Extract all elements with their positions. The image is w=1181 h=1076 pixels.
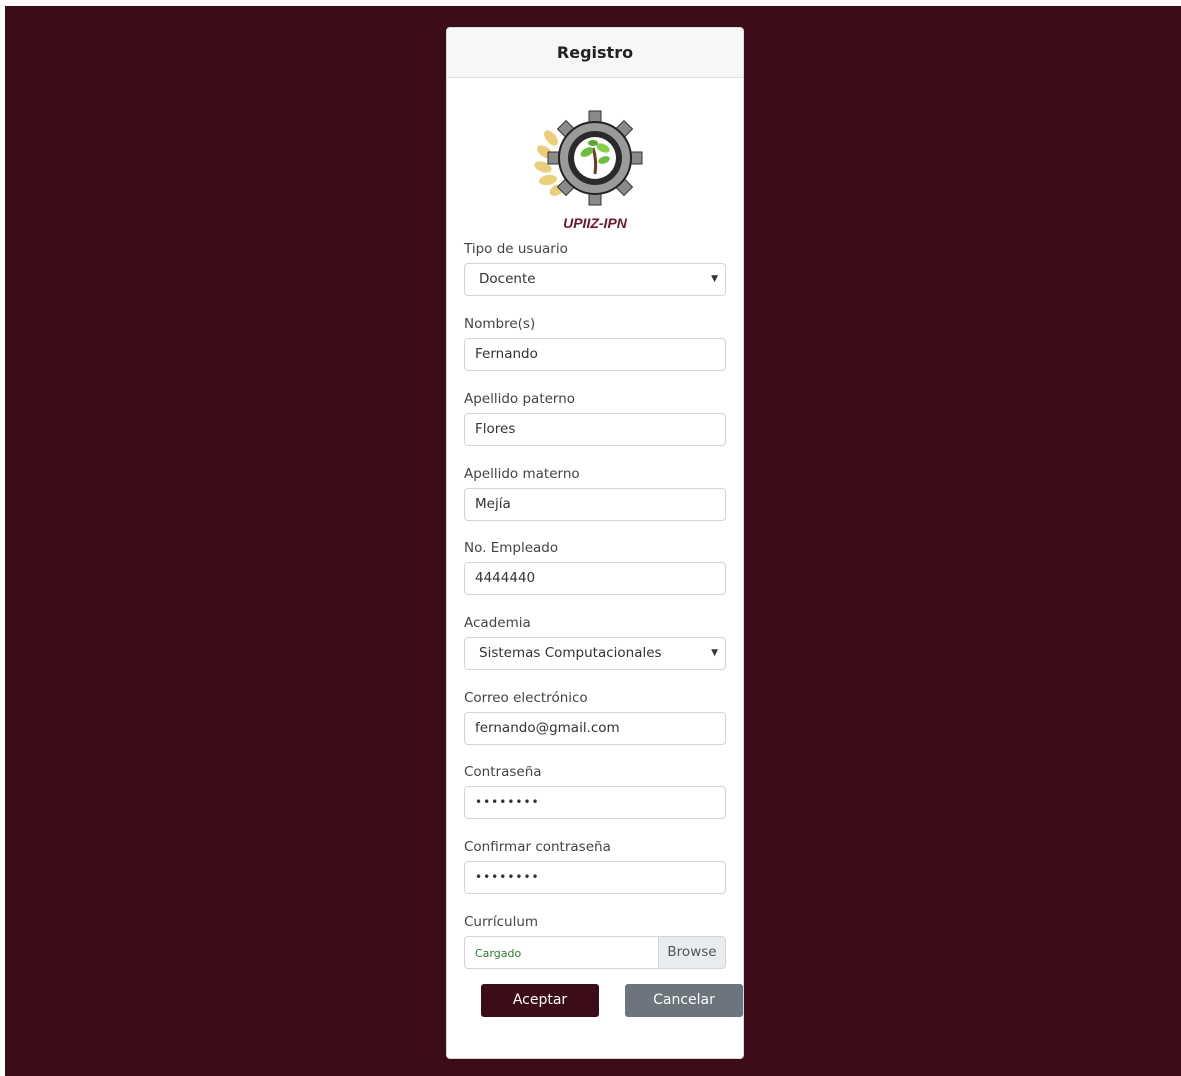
- field-correo: Correo electrónico fernando@gmail.com: [464, 689, 726, 763]
- academia-label: Academia: [464, 615, 531, 631]
- card-title: Registro: [447, 28, 743, 78]
- confirmar-input[interactable]: ••••••••: [464, 861, 726, 894]
- apellido-materno-input[interactable]: Mejía: [464, 488, 726, 521]
- field-no-empleado: No. Empleado 4444440: [464, 539, 726, 614]
- field-academia: Academia Sistemas Computacionales ▼: [464, 614, 726, 689]
- correo-input[interactable]: fernando@gmail.com: [464, 712, 726, 745]
- field-apellido-paterno: Apellido paterno Flores: [464, 390, 726, 465]
- field-nombre: Nombre(s) Fernando: [464, 315, 726, 390]
- field-contrasena: Contraseña ••••••••: [464, 763, 726, 838]
- caret-down-icon: ▼: [711, 274, 718, 284]
- apellido-materno-label: Apellido materno: [464, 466, 580, 482]
- upiiz-logo: UPIIZ-IPN: [464, 78, 726, 240]
- apellido-paterno-input[interactable]: Flores: [464, 413, 726, 446]
- logo-text: UPIIZ-IPN: [563, 215, 628, 231]
- browse-button[interactable]: Browse: [658, 937, 725, 968]
- academia-select[interactable]: Sistemas Computacionales ▼: [464, 637, 726, 670]
- nombre-label: Nombre(s): [464, 316, 536, 332]
- contrasena-input[interactable]: ••••••••: [464, 786, 726, 819]
- field-apellido-materno: Apellido materno Mejía: [464, 465, 726, 539]
- tipo-usuario-select[interactable]: Docente ▼: [464, 263, 726, 296]
- field-curriculum: Currículum Cargado Browse: [464, 913, 726, 984]
- no-empleado-input[interactable]: 4444440: [464, 562, 726, 595]
- contrasena-label: Contraseña: [464, 764, 542, 780]
- curriculum-file-input[interactable]: Cargado Browse: [464, 936, 726, 969]
- nombre-input[interactable]: Fernando: [464, 338, 726, 371]
- field-tipo-usuario: Tipo de usuario Docente ▼: [464, 240, 726, 315]
- accept-button[interactable]: Aceptar: [481, 984, 599, 1017]
- tipo-usuario-value: Docente: [479, 271, 536, 287]
- apellido-paterno-label: Apellido paterno: [464, 391, 576, 407]
- button-row: Aceptar Cancelar: [464, 984, 743, 1024]
- curriculum-status: Cargado: [465, 937, 658, 968]
- tipo-usuario-label: Tipo de usuario: [464, 241, 568, 257]
- field-confirmar: Confirmar contraseña ••••••••: [464, 838, 726, 913]
- no-empleado-label: No. Empleado: [464, 540, 559, 556]
- registration-card: Registro UPIIZ-IPN Tipo de usuario Docen…: [446, 27, 744, 1059]
- academia-value: Sistemas Computacionales: [479, 645, 662, 661]
- correo-label: Correo electrónico: [464, 690, 588, 706]
- cancel-button[interactable]: Cancelar: [625, 984, 743, 1017]
- confirmar-label: Confirmar contraseña: [464, 839, 611, 855]
- caret-down-icon: ▼: [711, 648, 718, 658]
- curriculum-label: Currículum: [464, 914, 539, 930]
